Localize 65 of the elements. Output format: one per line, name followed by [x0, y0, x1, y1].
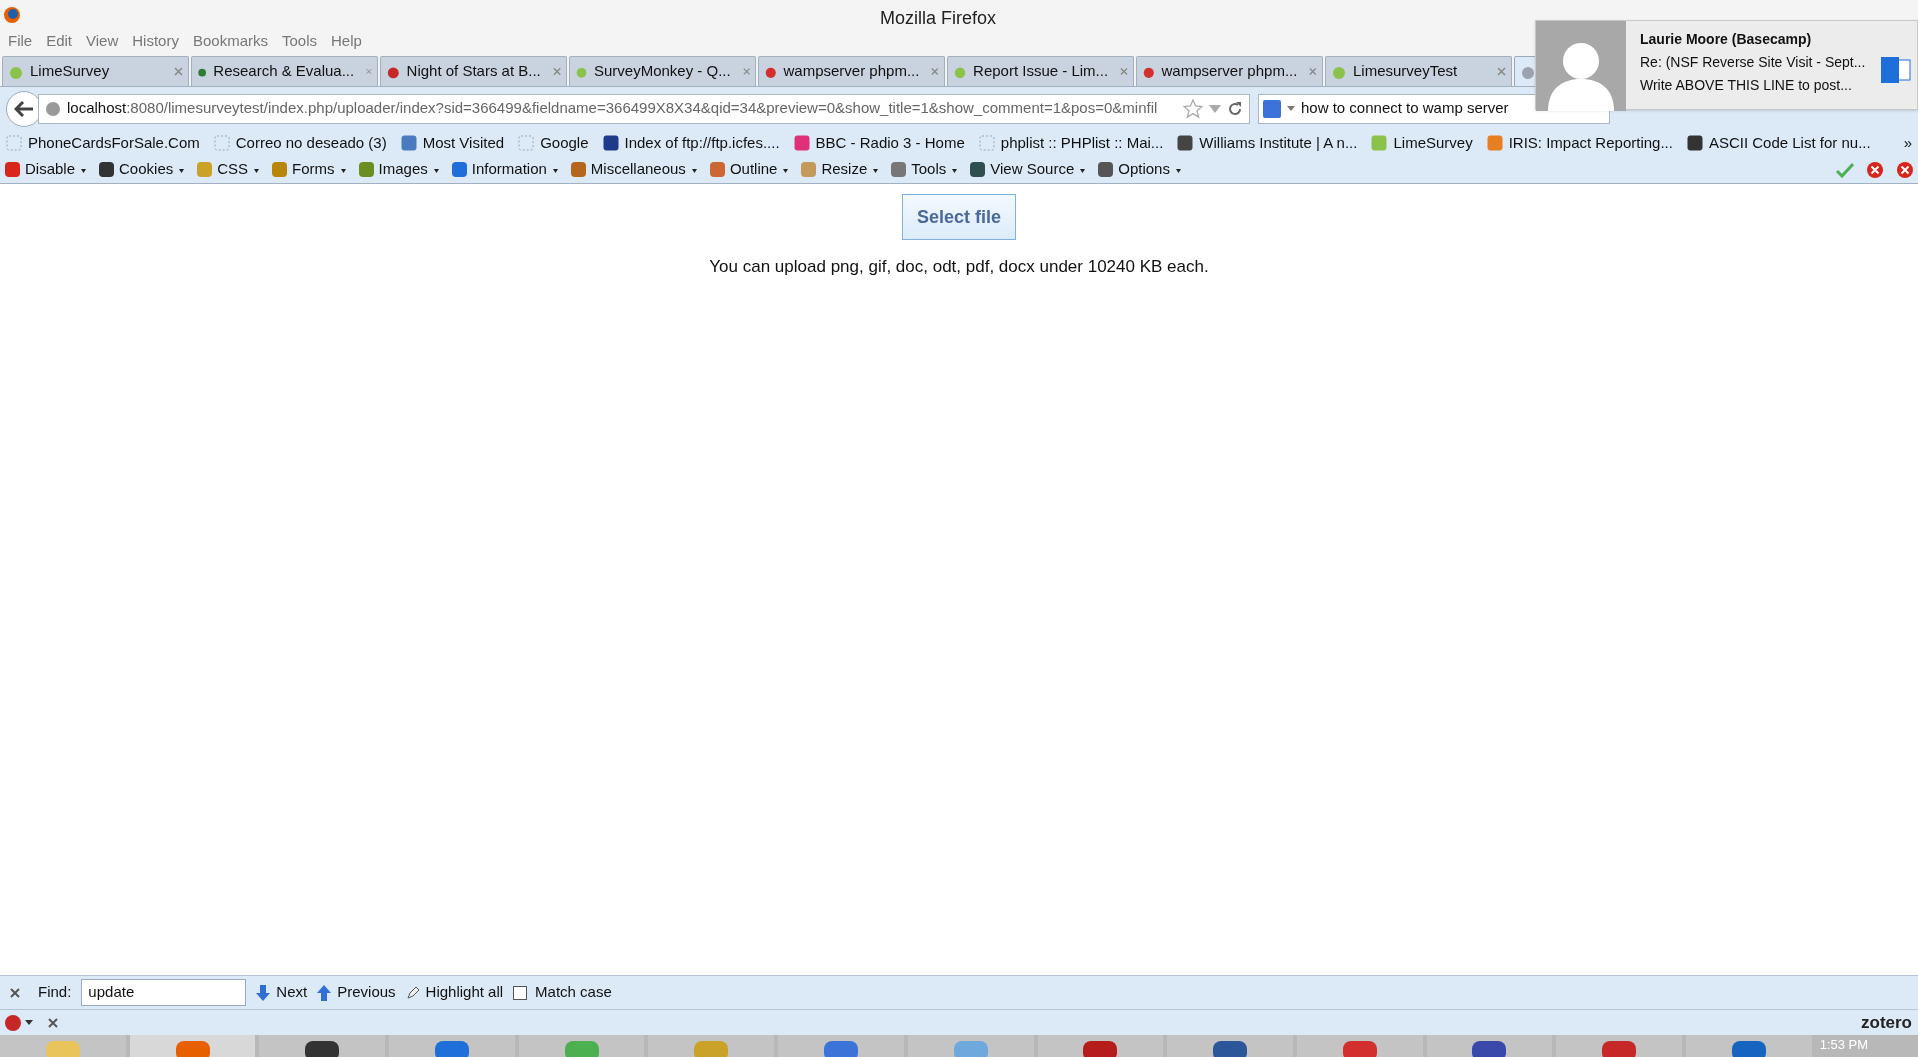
browser-tab[interactable]: Night of Stars at B...	[380, 56, 567, 86]
address-field[interactable]: localhost:8080/limesurveytest/index.php/uploader/index?sid=366499&fieldname=366499X8X34&qid=34&preview=0&show_title=1&show_comment=1&pos=0&minfil	[38, 93, 1250, 124]
find-label: Find:	[38, 982, 72, 1003]
toolbar-menu-button[interactable]: CSS	[196, 158, 260, 181]
upload-note: You can upload png, gif, doc, odt, pdf, docx under 10240 KB each.	[709, 256, 1209, 278]
bookmark-item[interactable]: phplist :: PHPlist :: Mai...	[1000, 131, 1164, 155]
browser-tab[interactable]: LimeSurvey	[2, 56, 189, 86]
notification-sender: Laurie Moore (Basecamp)	[1640, 30, 1813, 49]
toolbar-menu-button[interactable]: Outline	[708, 158, 789, 181]
menu-item[interactable]: Help	[331, 29, 362, 53]
taskbar-clock: 1:53 PM	[1819, 1037, 1869, 1053]
toolbar-menu-button[interactable]: Cookies	[98, 158, 185, 181]
tab-title: SurveyMonkey - Q...	[594, 61, 731, 82]
bookmark-item[interactable]: ASCII Code List for nu...	[1708, 131, 1871, 155]
bookmark-item[interactable]: Index of ftp://ftp.icfes....	[624, 131, 780, 155]
notification-preview: Write ABOVE THIS LINE to post...	[1640, 76, 1853, 95]
zotero-logo[interactable]: zotero	[1861, 1009, 1912, 1036]
menu-item[interactable]: Edit	[46, 29, 73, 53]
tab-title: LimesurveyTest	[1353, 61, 1458, 82]
tab-title: Research & Evalua...	[213, 61, 355, 82]
more-bookmarks-button[interactable]: »	[1903, 131, 1912, 155]
tab-title: LimeSurvey	[30, 61, 110, 82]
bookmark-item[interactable]: Williams Institute | A n...	[1199, 131, 1358, 155]
toolbar-menu-button[interactable]: Disable	[4, 158, 87, 181]
browser-tab[interactable]: Report Issue - Lim...	[947, 56, 1134, 86]
bookmark-item[interactable]: Correo no deseado (3)	[235, 131, 387, 155]
browser-tab[interactable]: wampserver phpm...	[1136, 56, 1323, 86]
toolbar-menu-button[interactable]: View Source	[969, 158, 1086, 181]
menu-item[interactable]: Bookmarks	[192, 29, 268, 53]
highlight-all-button[interactable]: Highlight all	[405, 981, 504, 1004]
menu-item[interactable]: Tools	[282, 29, 317, 53]
previous-button[interactable]: Previous	[317, 981, 396, 1004]
bookmark-item[interactable]: PhoneCardsForSale.Com	[28, 131, 200, 155]
find-field[interactable]: update	[81, 979, 247, 1006]
notification-subject: Re: (NSF Reverse Site Visit - Sept...	[1640, 53, 1867, 72]
bookmark-item[interactable]: BBC - Radio 3 - Home	[815, 131, 965, 155]
tab-title: wampserver phpm...	[783, 61, 920, 82]
tab-title: Night of Stars at B...	[406, 61, 541, 82]
browser-tab[interactable]: LimesurveyTest	[1325, 56, 1512, 86]
toolbar-menu-button[interactable]: Images	[357, 158, 439, 181]
tab-title: Report Issue - Lim...	[973, 61, 1109, 82]
next-button[interactable]: Next	[256, 981, 308, 1004]
toolbar-menu-button[interactable]: Information	[450, 158, 558, 181]
menu-item[interactable]: History	[132, 29, 179, 53]
browser-tab[interactable]: Research & Evalua...	[191, 56, 378, 86]
window-title: Mozilla Firefox	[880, 7, 997, 30]
select-file-button[interactable]: Select file	[901, 194, 1016, 240]
toolbar-menu-button[interactable]: Tools	[890, 158, 958, 181]
search-text: how to connect to wamp server	[1301, 98, 1509, 119]
bookmark-item[interactable]: Most Visited	[422, 131, 505, 155]
bookmark-item[interactable]: IRIS: Impact Reporting...	[1508, 131, 1673, 155]
toolbar-menu-button[interactable]: Options	[1097, 158, 1181, 181]
toolbar-menu-button[interactable]: Forms	[271, 158, 346, 181]
toolbar-menu-button[interactable]: Miscellaneous	[569, 158, 697, 181]
bookmark-item[interactable]: LimeSurvey	[1393, 131, 1473, 155]
toolbar-menu-button[interactable]: Resize	[800, 158, 879, 181]
notification-toast[interactable]: Laurie Moore (Basecamp) Re: (NSF Reverse Site Visit - Sept... Write ABOVE THIS LINE to post...	[1535, 20, 1918, 110]
tab-title: wampserver phpm...	[1161, 61, 1298, 82]
menu-item[interactable]: View	[86, 29, 119, 53]
match-case-label: Match case	[535, 982, 612, 1003]
bookmark-item[interactable]: Google	[540, 131, 589, 155]
address-text: localhost:8080/limesurveytest/index.php/uploader/index?sid=366499&fieldname=366499X8X34&qid=34&preview=0&show_title=1&show_comment=1&pos=0&minfil	[67, 98, 1159, 119]
browser-tab[interactable]: SurveyMonkey - Q...	[569, 56, 756, 86]
menu-item[interactable]: File	[8, 29, 33, 53]
browser-tab[interactable]: wampserver phpm...	[758, 56, 945, 86]
